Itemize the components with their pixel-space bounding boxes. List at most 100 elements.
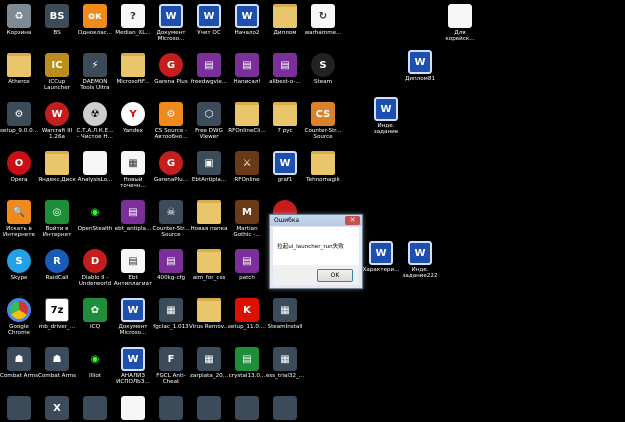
yandex-icon: Y	[121, 102, 145, 126]
desktop-icon-45[interactable]: R RaidCall	[39, 249, 75, 281]
doc-icon: ↻	[311, 4, 335, 28]
desktop-icon-46[interactable]: D Diablo II - Underworld	[77, 249, 113, 287]
desktop-icon-right-0[interactable]: Для корейск...	[442, 4, 478, 42]
desktop-icon-label: patch	[239, 275, 255, 281]
desktop-icon-10[interactable]: IC ICCup Launcher	[39, 53, 75, 91]
desktop-icon-38[interactable]: ◉ OpenStealth	[77, 200, 113, 232]
dialog-close-button[interactable]: ✕	[345, 216, 360, 225]
desktop-icon-27[interactable]: O Opera	[1, 151, 37, 183]
desktop-icon-3[interactable]: ? Median_XL...	[115, 4, 151, 36]
desktop-icon-9[interactable]: Atheros	[1, 53, 37, 85]
desktop-icon-60[interactable]: ☗ Combat Arms	[37, 347, 77, 379]
desktop-icon-label: Martian Gothic -...	[233, 226, 261, 239]
desktop-icon-36[interactable]: 🔍 Искать в Интернете	[1, 200, 37, 238]
desktop-icon-50[interactable]: ▤ patch	[229, 249, 265, 281]
desktop-icon-19[interactable]: W Warcraft III 1.26a	[39, 102, 75, 140]
k-icon: K	[235, 298, 259, 322]
desktop-icon-48[interactable]: ▤ 400kg-cfg	[153, 249, 189, 281]
desktop-icon-label: crystal13.0...	[228, 373, 266, 379]
desktop-icon-6[interactable]: W Начало2	[229, 4, 265, 36]
ok-button[interactable]: OK	[317, 269, 353, 282]
desktop-icon-11[interactable]: ⚡ DAEMON Tools Ultra	[77, 53, 113, 91]
desktop-icon-30[interactable]: ▦ Новый точечн...	[115, 151, 151, 189]
desktop-icon-54[interactable]: W Документ Microso...	[115, 298, 151, 336]
desktop-icon-58[interactable]: ▦ SteamInstall	[267, 298, 303, 330]
desktop-icon-61[interactable]: ◉ Illiot	[77, 347, 113, 379]
desktop-icon-41[interactable]: Новая папка	[190, 200, 228, 232]
desktop-icon-29[interactable]: AnalysisLo...	[77, 151, 113, 183]
desktop-icon-5[interactable]: W Учет ОС	[191, 4, 227, 36]
desktop-icon-13[interactable]: G Garena Plus	[153, 53, 189, 85]
desktop-icon-62[interactable]: W АНАЛИЗ ИСПОЛЬЗ...	[115, 347, 151, 385]
desktop-icon-18[interactable]: ⚙ setup_9.0.0...	[0, 102, 38, 134]
desktop-icon-64[interactable]: ▦ zarplata_20...	[190, 347, 228, 379]
desktop-icon-33[interactable]: ⚔ RFOnline	[229, 151, 265, 183]
desktop-icon-8[interactable]: ↻ warhamme...	[305, 4, 341, 36]
desktop-icon-37[interactable]: ◎ Войти в Интернет	[39, 200, 75, 238]
app-icon: F	[159, 347, 183, 371]
desktop-icon-label: ess_trial32_...	[265, 373, 305, 379]
desktop-icon-57[interactable]: Ksetup_11.0....	[228, 298, 266, 330]
desktop-icon-label: Combat Arms	[37, 373, 77, 379]
desktop-icon-40[interactable]: ☠ Counter-Str... Source	[153, 200, 189, 238]
desktop-icon-label: Начало2	[234, 30, 260, 36]
desktop-icon-25[interactable]: 7 рус	[267, 102, 303, 134]
desktop-icon-59[interactable]: ☗ Combat Arms	[0, 347, 38, 379]
desktop-icon-34[interactable]: Wgraf1	[267, 151, 303, 183]
desktop-icon-32[interactable]: ▣ EbtAntipla...	[191, 151, 227, 183]
desktop-icon-4[interactable]: W Документ Microso...	[153, 4, 189, 42]
desktop-icon-right-1[interactable]: W Диплом81	[402, 50, 438, 82]
desktop-icon-53[interactable]: ✿ ICQ	[77, 298, 113, 330]
desktop-icon-52[interactable]: 7z mb_driver_...	[39, 298, 75, 330]
desktop-icon-label: RFOnline	[234, 177, 260, 183]
desktop-icon-56[interactable]: Virus Remov...	[189, 298, 229, 330]
desktop-icon-7[interactable]: Диплом	[267, 4, 303, 36]
desktop-icon-28[interactable]: Яндекс.Диск	[38, 151, 76, 183]
desktop-icon-label: Steam	[313, 79, 333, 85]
desktop-icon-65[interactable]: ▤ crystal13.0...	[229, 347, 265, 379]
desktop-icon-2[interactable]: ок Одноклас...	[77, 4, 113, 36]
game-icon: M	[235, 200, 259, 224]
desktop-icon-16[interactable]: ▤ allbest-o-...	[267, 53, 303, 85]
desktop-icon-49[interactable]: aim_for_css	[191, 249, 227, 281]
word-icon: W	[408, 50, 432, 74]
doc-icon	[83, 151, 107, 175]
desktop-icon-label: warhamme...	[304, 30, 342, 36]
dialog-footer: OK	[273, 265, 359, 285]
desktop: ♻ Корзина BS BS ок Одноклас...? Median_XL... W Д…	[0, 0, 625, 420]
desktop-icon-35[interactable]: Tehnomagik	[305, 151, 341, 183]
desktop-icon-39[interactable]: ▤ ebt_antipla...	[115, 200, 151, 232]
desktop-icon-21[interactable]: Y Yandex	[115, 102, 151, 134]
desktop-icon-right-3[interactable]: W Характери...	[363, 241, 399, 273]
desktop-icon-15[interactable]: ▤ Написал!	[229, 53, 265, 85]
desktop-icon-label: Tehnomagik	[306, 177, 340, 183]
desktop-icon-66[interactable]: ▦ ess_trial32_...	[265, 347, 305, 379]
desktop-icon-42[interactable]: M Martian Gothic -...	[229, 200, 265, 238]
desktop-icon-63[interactable]: F FGCL Anti-Cheat	[153, 347, 189, 385]
folder-icon	[45, 151, 69, 175]
desktop-icon-17[interactable]: S Steam	[305, 53, 341, 85]
desktop-icon-right-4[interactable]: W Инде. задание222	[402, 241, 438, 279]
desktop-icon-label: Ebt Антиплагиат	[113, 275, 153, 288]
desktop-icon-1[interactable]: BS BS	[39, 4, 75, 36]
steam-icon: S	[311, 53, 335, 77]
desktop-icon-44[interactable]: S Skype	[1, 249, 37, 281]
desktop-icon-51[interactable]: Google Chrome	[1, 298, 37, 336]
desktop-icon-14[interactable]: ▤ freedwgvie...	[191, 53, 227, 85]
desktop-icon-26[interactable]: CS Counter-Str... Source	[305, 102, 341, 140]
desktop-icon-12[interactable]: MicrosoftF...	[115, 53, 151, 85]
desktop-icon-24[interactable]: RFOnlineCli...	[228, 102, 266, 134]
desktop-icon-31[interactable]: G GarenaPlu...	[153, 151, 189, 183]
app-icon: ⬡	[197, 102, 221, 126]
folder-icon	[311, 151, 335, 175]
desktop-icon-0[interactable]: ♻ Корзина	[1, 4, 37, 36]
desktop-icon-20[interactable]: ☢ С.Т.А.Л.К.Е... - Чистое Н...	[76, 102, 114, 140]
desktop-icon-23[interactable]: ⬡ Free DWG Viewer	[191, 102, 227, 140]
word-icon: W	[121, 347, 145, 371]
desktop-icon-right-2[interactable]: W Инде. задание	[368, 97, 404, 135]
desktop-icon-22[interactable]: ⚙ CS Source - Автообно...	[153, 102, 189, 140]
desktop-icon-55[interactable]: ▦ fgclac_1.013	[153, 298, 189, 330]
app-icon: ⚡	[83, 53, 107, 77]
chrome-icon	[7, 298, 31, 322]
desktop-icon-47[interactable]: ▤ Ebt Антиплагиат	[113, 249, 153, 288]
